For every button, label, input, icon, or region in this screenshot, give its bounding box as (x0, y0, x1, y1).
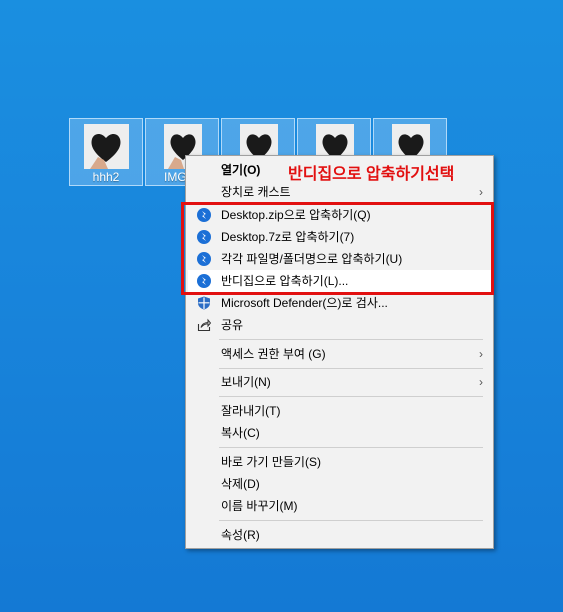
menu-item-properties[interactable]: 속성(R) (188, 524, 491, 546)
annotation-text: 반디집으로 압축하기선택 (288, 166, 455, 183)
menu-separator (219, 339, 483, 340)
share-icon (197, 318, 211, 332)
menu-item-delete[interactable]: 삭제(D) (188, 473, 491, 495)
menu-item-label: 이름 바꾸기(M) (221, 499, 298, 513)
menu-item-label: 보내기(N) (221, 375, 271, 389)
menu-item-label: 액세스 권한 부여 (G) (221, 347, 326, 361)
menu-item-label: 장치로 캐스트 (221, 185, 291, 199)
chevron-right-icon: › (479, 347, 483, 361)
image-thumbnail (84, 124, 129, 169)
menu-item-cut[interactable]: 잘라내기(T) (188, 400, 491, 422)
menu-item-copy[interactable]: 복사(C) (188, 422, 491, 444)
menu-item-defender[interactable]: Microsoft Defender(으)로 검사... (188, 292, 491, 314)
menu-separator (219, 520, 483, 521)
menu-item-label: Microsoft Defender(으)로 검사... (221, 296, 388, 310)
highlight-box (181, 202, 494, 295)
chevron-right-icon: › (479, 185, 483, 199)
menu-separator (219, 396, 483, 397)
menu-item-create-shortcut[interactable]: 바로 가기 만들기(S) (188, 451, 491, 473)
chevron-right-icon: › (479, 375, 483, 389)
menu-separator (219, 447, 483, 448)
menu-item-label: 삭제(D) (221, 477, 260, 491)
file-label: hhh2 (92, 170, 120, 184)
menu-item-label: 복사(C) (221, 426, 260, 440)
menu-item-give-access[interactable]: 액세스 권한 부여 (G) › (188, 343, 491, 365)
desktop-file-icon[interactable]: hhh2 (69, 118, 143, 186)
menu-separator (219, 368, 483, 369)
menu-item-label: 바로 가기 만들기(S) (221, 455, 321, 469)
shield-icon (197, 296, 211, 310)
menu-item-label: 잘라내기(T) (221, 404, 281, 418)
menu-item-label: 열기(O) (221, 163, 261, 177)
menu-item-label: 속성(R) (221, 528, 260, 542)
menu-item-share[interactable]: 공유 (188, 314, 491, 336)
menu-item-send-to[interactable]: 보내기(N) › (188, 371, 491, 393)
menu-item-cast[interactable]: 장치로 캐스트 › (188, 181, 491, 203)
menu-item-label: 공유 (221, 318, 244, 332)
menu-item-rename[interactable]: 이름 바꾸기(M) (188, 495, 491, 517)
